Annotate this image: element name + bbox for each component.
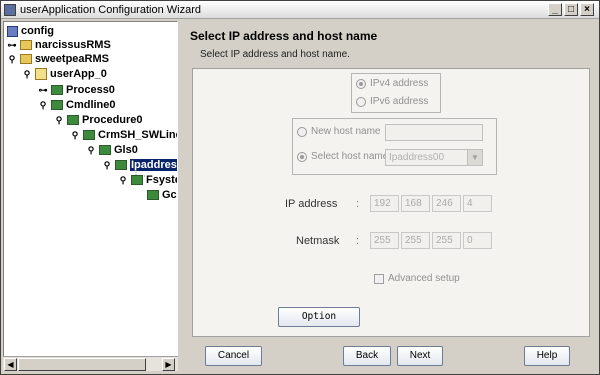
expanded-key-icon[interactable]: ⚲: [7, 54, 17, 64]
resource-icon: [51, 85, 63, 95]
settings-panel: Select IP address and host name Select I…: [183, 21, 597, 371]
form-area: IPv4 address IPv6 address New host name …: [192, 68, 590, 337]
page-subtitle: Select IP address and host name.: [200, 49, 350, 60]
tree-item-gc[interactable]: Gc: [147, 188, 177, 202]
cancel-button[interactable]: Cancel: [205, 346, 262, 366]
app-icon: [4, 4, 16, 16]
resource-icon: [99, 145, 111, 155]
radio-selected-icon: [297, 151, 307, 162]
page-title: Select IP address and host name: [190, 29, 378, 43]
back-button[interactable]: Back: [343, 346, 391, 366]
expanded-key-icon[interactable]: ⚲: [70, 130, 80, 140]
tree-item-label: narcissusRMS: [35, 39, 111, 51]
help-button[interactable]: Help: [524, 346, 570, 366]
netmask-colon: :: [356, 235, 360, 247]
collapsed-key-icon[interactable]: ⊶: [7, 40, 17, 50]
next-button[interactable]: Next: [397, 346, 443, 366]
tree-item-userapp-0[interactable]: ⚲ userApp_0: [22, 67, 107, 81]
tree-item-label: sweetpeaRMS: [35, 53, 109, 65]
tree-item-ipaddress[interactable]: ⚲ Ipaddress: [102, 158, 177, 172]
netmask-octet-1[interactable]: 255: [370, 232, 399, 249]
close-button[interactable]: ×: [580, 3, 594, 16]
ip-address-label: IP address: [285, 198, 338, 210]
ip-octet-2[interactable]: 168: [401, 195, 430, 212]
select-host-radio[interactable]: Select host name: [297, 151, 388, 162]
scroll-left-icon[interactable]: ◀: [4, 358, 17, 371]
new-host-label: New host name: [311, 126, 381, 137]
resource-icon: [51, 100, 63, 110]
tree-item-label: config: [21, 25, 54, 37]
expanded-key-icon[interactable]: ⚲: [86, 145, 96, 155]
app-icon: [35, 68, 47, 80]
tree-horizontal-scrollbar[interactable]: ◀ ▶: [3, 356, 178, 371]
tree-item-narcissusrms[interactable]: ⊶ narcissusRMS: [7, 38, 111, 52]
expanded-key-icon[interactable]: ⚲: [118, 175, 128, 185]
netmask-octet-3[interactable]: 255: [432, 232, 461, 249]
window-title: userApplication Configuration Wizard: [20, 4, 201, 16]
resource-icon: [67, 115, 79, 125]
maximize-button[interactable]: □: [564, 3, 578, 16]
tree-item-label: CrmSH_SWLine: [98, 129, 178, 141]
tree-item-label: Ipaddress: [130, 159, 177, 171]
new-host-radio[interactable]: New host name: [297, 126, 380, 137]
expanded-key-icon[interactable]: ⚲: [38, 100, 48, 110]
select-host-label: Select host name: [311, 151, 389, 162]
ip-address-colon: :: [356, 198, 360, 210]
tree-item-config[interactable]: config: [7, 24, 54, 38]
radio-unselected-icon: [356, 96, 366, 107]
checkbox-unchecked-icon: [374, 273, 384, 284]
resource-icon: [131, 175, 143, 185]
ip-octet-3[interactable]: 246: [432, 195, 461, 212]
tree-item-sweetpearms[interactable]: ⚲ sweetpeaRMS: [7, 52, 109, 66]
expanded-key-icon[interactable]: ⚲: [54, 115, 64, 125]
advanced-setup-checkbox[interactable]: Advanced setup: [374, 273, 460, 284]
tree-item-label: Gls0: [114, 144, 138, 156]
ipv6-radio[interactable]: IPv6 address: [356, 96, 428, 107]
ip-octet-1[interactable]: 192: [370, 195, 399, 212]
select-host-value: Ipaddress00: [389, 152, 445, 163]
netmask-octet-2[interactable]: 255: [401, 232, 430, 249]
ipv6-label: IPv6 address: [370, 96, 429, 107]
tree-item-procedure0[interactable]: ⚲ Procedure0: [54, 113, 143, 127]
resource-icon: [115, 160, 127, 170]
select-host-combo[interactable]: Ipaddress00 ▼: [385, 149, 483, 166]
scroll-right-icon[interactable]: ▶: [162, 358, 175, 371]
resource-icon: [147, 190, 159, 200]
tree-item-label: userApp_0: [50, 68, 107, 80]
new-host-input[interactable]: [385, 124, 483, 141]
tree-item-crmsh-swline[interactable]: ⚲ CrmSH_SWLine: [70, 128, 178, 142]
ip-octet-4[interactable]: 4: [463, 195, 492, 212]
tree-item-label: Procedure0: [82, 114, 143, 126]
tree-item-cmdline0[interactable]: ⚲ Cmdline0: [38, 98, 116, 112]
radio-selected-icon: [356, 78, 366, 89]
option-button[interactable]: Option: [278, 307, 360, 327]
tree-item-label: Process0: [66, 84, 115, 96]
minimize-button[interactable]: _: [548, 3, 562, 16]
expanded-key-icon[interactable]: ⚲: [22, 69, 32, 79]
node-icon: [20, 40, 32, 50]
resource-icon: [83, 130, 95, 140]
tree-item-label: Gc: [162, 189, 177, 201]
ipv4-radio[interactable]: IPv4 address: [356, 78, 428, 89]
node-icon: [20, 54, 32, 64]
netmask-label: Netmask: [296, 235, 340, 247]
title-bar: userApplication Configuration Wizard _ □…: [1, 1, 599, 19]
scroll-thumb[interactable]: [18, 358, 146, 371]
tree-item-fsystem[interactable]: ⚲ Fsyste: [118, 173, 178, 187]
expanded-key-icon[interactable]: ⚲: [102, 160, 112, 170]
netmask-octet-4[interactable]: 0: [463, 232, 492, 249]
tree-item-label: Cmdline0: [66, 99, 116, 111]
ipv4-label: IPv4 address: [370, 78, 429, 89]
tree-pane: config ⊶ narcissusRMS ⚲ sweetpeaRMS ⚲ us…: [3, 21, 178, 371]
advanced-setup-label: Advanced setup: [388, 273, 460, 284]
config-icon: [7, 25, 18, 37]
collapsed-key-icon[interactable]: ⊶: [38, 85, 48, 95]
chevron-down-icon[interactable]: ▼: [467, 150, 482, 165]
tree-item-label: Fsyste: [146, 174, 178, 186]
tree-item-process0[interactable]: ⊶ Process0: [38, 83, 115, 97]
tree-item-gls0[interactable]: ⚲ Gls0: [86, 143, 138, 157]
radio-unselected-icon: [297, 126, 307, 137]
wizard-window: userApplication Configuration Wizard _ □…: [0, 0, 600, 375]
